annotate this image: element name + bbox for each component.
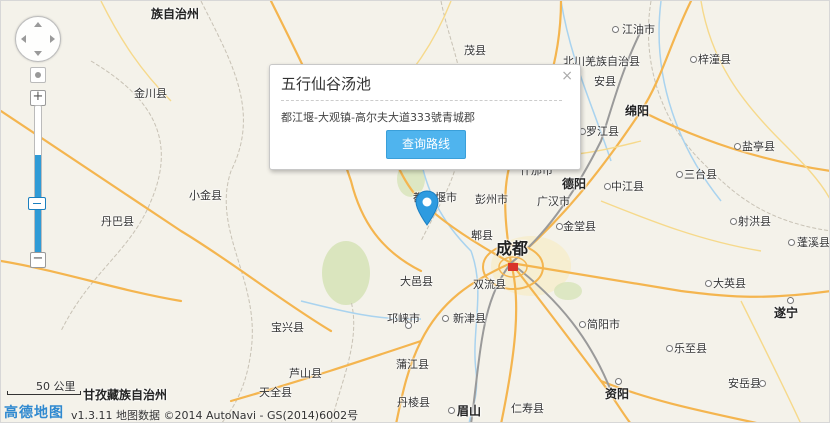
label-pujiang: 蒲江县 [396, 358, 429, 371]
info-window: 五行仙谷汤池 × 都江堰-大观镇-高尔夫大道333號青城郡 查询路线 [269, 64, 581, 170]
label-jintang: 金堂县 [563, 220, 596, 233]
label-jiangyou: 江油市 [622, 23, 655, 36]
pan-left-icon[interactable] [21, 35, 26, 43]
label-tianquan: 天全县 [259, 386, 292, 399]
label-pengzhou: 彭州市 [475, 193, 508, 206]
dot-xinjin [442, 315, 449, 322]
dot-yanting [734, 143, 741, 150]
label-danleng: 丹棱县 [397, 396, 430, 409]
dot-qionglai [405, 322, 412, 329]
label-santai: 三台县 [684, 168, 717, 181]
label-deyang: 德阳 [562, 177, 587, 191]
label-pixian: 郫县 [471, 229, 493, 242]
scale-bar [7, 391, 81, 395]
label-pengxi: 蓬溪县 [797, 236, 830, 249]
label-lushan: 芦山县 [289, 367, 322, 380]
locate-icon [35, 72, 41, 78]
label-anxian: 安县 [594, 75, 616, 88]
label-meishan: 眉山 [457, 404, 482, 418]
pan-up-icon[interactable] [34, 22, 42, 27]
dot-jiangyou [612, 26, 619, 33]
zoom-out-button[interactable]: − [30, 252, 46, 268]
pan-down-icon[interactable] [34, 51, 42, 56]
label-jinchuan: 金川县 [134, 87, 167, 100]
label-ganzizhou: 甘孜藏族自治州 [83, 388, 168, 402]
label-renshou: 仁寿县 [511, 402, 544, 415]
label-xinjin: 新津县 [453, 312, 486, 325]
label-shuangliu: 双流县 [473, 278, 506, 291]
route-search-button[interactable]: 查询路线 [386, 130, 466, 159]
label-chengdu: 成都 [496, 239, 529, 258]
label-shehong: 射洪县 [738, 215, 771, 228]
amap-logo[interactable]: 高德地图 [4, 402, 64, 422]
zoom-slider-track[interactable] [34, 105, 42, 255]
label-anyue: 安岳县 [728, 377, 761, 390]
pan-right-icon[interactable] [50, 35, 55, 43]
zoom-in-button[interactable]: + [30, 90, 46, 106]
label-maoxian: 茂县 [464, 44, 486, 57]
dot-ziyang [615, 378, 622, 385]
dot-jintang [556, 223, 563, 230]
dot-santai [676, 171, 683, 178]
location-pin-icon[interactable] [415, 190, 439, 226]
info-window-title: 五行仙谷汤池 [281, 75, 372, 93]
dot-anyue [759, 380, 766, 387]
capital-marker-icon [508, 263, 518, 271]
label-zitong: 梓潼县 [698, 53, 731, 66]
pan-control[interactable] [15, 16, 61, 62]
label-baoxing: 宝兴县 [271, 321, 304, 334]
label-yanting: 盐亭县 [742, 140, 775, 153]
zoom-slider-thumb[interactable] [28, 197, 46, 210]
label-zuzizhizhou: 族自治州 [151, 7, 200, 21]
dot-suining [787, 297, 794, 304]
label-luojiang: 罗江县 [586, 125, 619, 138]
label-xiaojin: 小金县 [189, 189, 222, 202]
dot-jianyang [579, 321, 586, 328]
locate-button[interactable] [30, 67, 46, 83]
label-jianyang: 简阳市 [587, 318, 620, 331]
label-daying: 大英县 [713, 277, 746, 290]
label-ziyang: 资阳 [605, 387, 630, 401]
label-zhongjiang: 中江县 [611, 180, 644, 193]
label-qionglai: 邛崃市 [387, 312, 420, 325]
info-window-address: 都江堰-大观镇-高尔夫大道333號青城郡 [281, 111, 475, 124]
dot-pengxi [788, 239, 795, 246]
dot-daying [705, 280, 712, 287]
info-window-divider [281, 100, 562, 101]
label-lezhi: 乐至县 [674, 342, 707, 355]
dot-meishan [448, 407, 455, 414]
dot-zitong [690, 56, 697, 63]
dot-zhongjiang [604, 183, 611, 190]
label-suining: 遂宁 [774, 306, 799, 320]
dot-lezhi [666, 345, 673, 352]
close-icon[interactable]: × [561, 68, 573, 84]
copyright-text: v1.3.11 地图数据 ©2014 AutoNavi - GS(2014)60… [71, 409, 359, 422]
map-canvas[interactable]: 族自治州金川县小金县丹巴县茂县北川羌族自治县安县江油市梓潼县绵阳绵竹什邡市罗江县… [0, 0, 830, 423]
label-mianyang: 绵阳 [625, 104, 650, 118]
dot-shehong [730, 218, 737, 225]
label-danba: 丹巴县 [101, 215, 134, 228]
label-dayi: 大邑县 [400, 275, 433, 288]
label-guanghan: 广汉市 [537, 195, 570, 208]
